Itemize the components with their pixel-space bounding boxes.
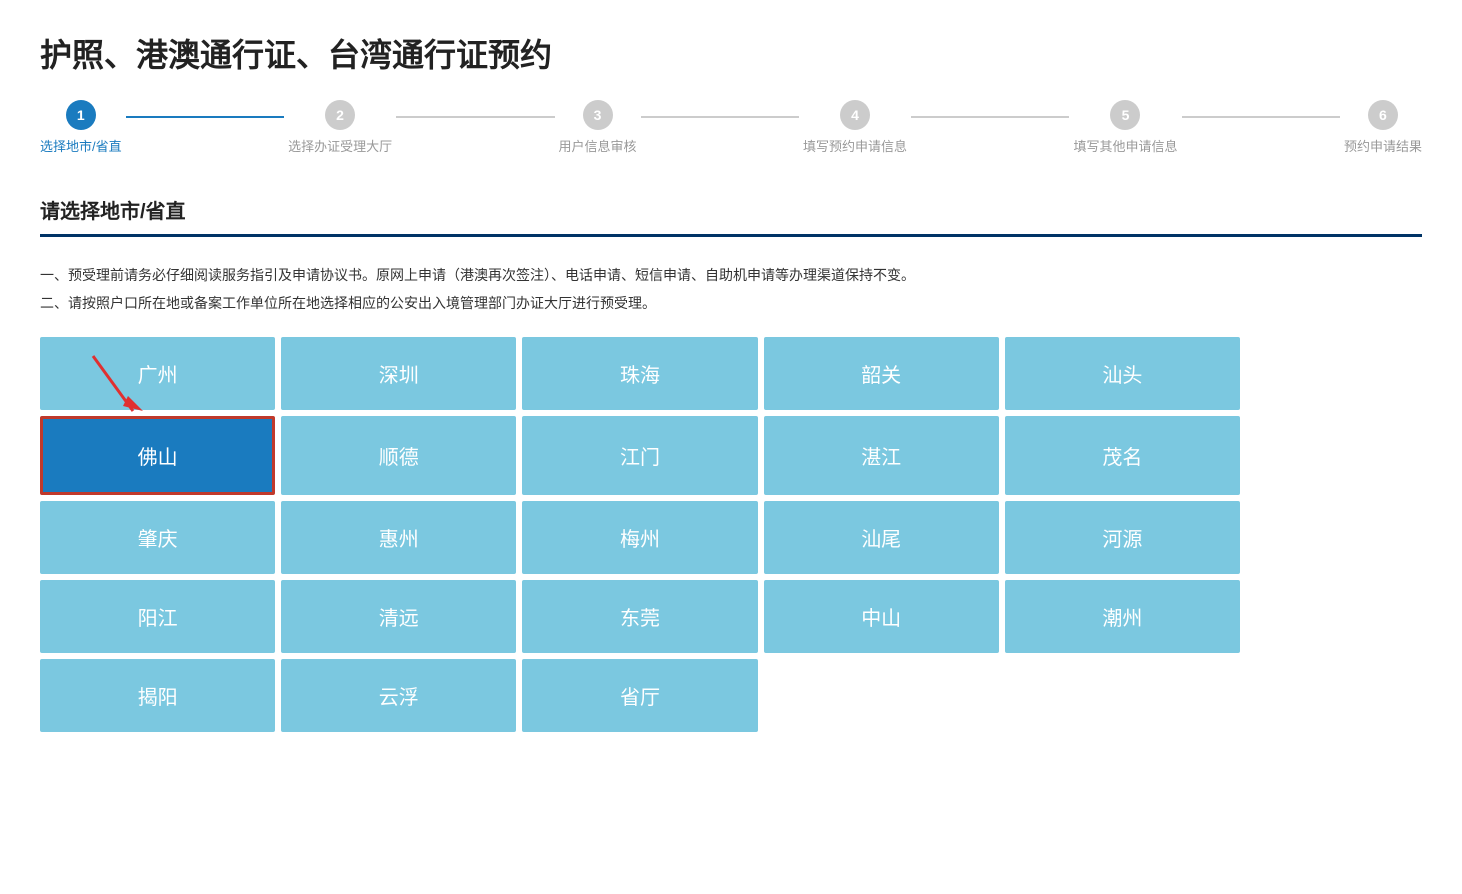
page-title: 护照、港澳通行证、台湾通行证预约 <box>40 30 1422 76</box>
city-btn-省厅[interactable]: 省厅 <box>522 659 757 732</box>
city-btn-揭阳[interactable]: 揭阳 <box>40 659 275 732</box>
section-title: 请选择地市/省直 <box>40 195 1422 237</box>
notice-line2: 二、请按照户口所在地或备案工作单位所在地选择相应的公安出入境管理部门办证大厅进行… <box>40 289 1422 317</box>
step-5: 5 填写其他申请信息 <box>1073 100 1177 155</box>
city-btn-江门[interactable]: 江门 <box>522 416 757 495</box>
city-btn-肇庆[interactable]: 肇庆 <box>40 501 275 574</box>
city-btn-韶关[interactable]: 韶关 <box>764 337 999 410</box>
step-circle-1: 1 <box>66 100 96 130</box>
step-6: 6 预约申请结果 <box>1344 100 1422 155</box>
step-circle-3: 3 <box>583 100 613 130</box>
step-line-1 <box>126 116 284 118</box>
city-btn-茂名[interactable]: 茂名 <box>1005 416 1240 495</box>
step-3: 3 用户信息审核 <box>559 100 637 155</box>
city-btn-中山[interactable]: 中山 <box>764 580 999 653</box>
city-btn-惠州[interactable]: 惠州 <box>281 501 516 574</box>
notice: 一、预受理前请务必仔细阅读服务指引及申请协议书。原网上申请（港澳再次签注）、电话… <box>40 261 1422 317</box>
step-line-5 <box>1182 116 1340 118</box>
notice-line1: 一、预受理前请务必仔细阅读服务指引及申请协议书。原网上申请（港澳再次签注）、电话… <box>40 261 1422 289</box>
step-label-1: 选择地市/省直 <box>40 136 122 155</box>
city-btn-深圳[interactable]: 深圳 <box>281 337 516 410</box>
step-label-6: 预约申请结果 <box>1344 136 1422 155</box>
step-circle-5: 5 <box>1110 100 1140 130</box>
step-label-2: 选择办证受理大厅 <box>288 136 392 155</box>
city-btn-佛山[interactable]: 佛山 <box>40 416 275 495</box>
step-circle-4: 4 <box>840 100 870 130</box>
step-4: 4 填写预约申请信息 <box>803 100 907 155</box>
city-btn-东莞[interactable]: 东莞 <box>522 580 757 653</box>
city-btn-顺德[interactable]: 顺德 <box>281 416 516 495</box>
step-line-4 <box>911 116 1069 118</box>
city-btn-潮州[interactable]: 潮州 <box>1005 580 1240 653</box>
city-btn-广州[interactable]: 广州 <box>40 337 275 410</box>
city-btn-汕尾[interactable]: 汕尾 <box>764 501 999 574</box>
step-circle-2: 2 <box>325 100 355 130</box>
city-btn-梅州[interactable]: 梅州 <box>522 501 757 574</box>
city-btn-河源[interactable]: 河源 <box>1005 501 1240 574</box>
city-btn-珠海[interactable]: 珠海 <box>522 337 757 410</box>
step-2: 2 选择办证受理大厅 <box>288 100 392 155</box>
city-grid: 广州深圳珠海韶关汕头佛山顺德江门湛江茂名肇庆惠州梅州汕尾河源阳江清远东莞中山潮州… <box>40 337 1240 732</box>
step-label-5: 填写其他申请信息 <box>1073 136 1177 155</box>
stepper: 1 选择地市/省直 2 选择办证受理大厅 3 用户信息审核 4 填写预约申请信息 5 填写其他申请… <box>40 100 1422 155</box>
city-btn-阳江[interactable]: 阳江 <box>40 580 275 653</box>
step-line-3 <box>641 116 799 118</box>
city-btn-汕头[interactable]: 汕头 <box>1005 337 1240 410</box>
step-label-4: 填写预约申请信息 <box>803 136 907 155</box>
city-btn-湛江[interactable]: 湛江 <box>764 416 999 495</box>
city-btn-清远[interactable]: 清远 <box>281 580 516 653</box>
step-line-2 <box>396 116 554 118</box>
step-1: 1 选择地市/省直 <box>40 100 122 155</box>
city-btn-云浮[interactable]: 云浮 <box>281 659 516 732</box>
step-label-3: 用户信息审核 <box>559 136 637 155</box>
step-circle-6: 6 <box>1368 100 1398 130</box>
